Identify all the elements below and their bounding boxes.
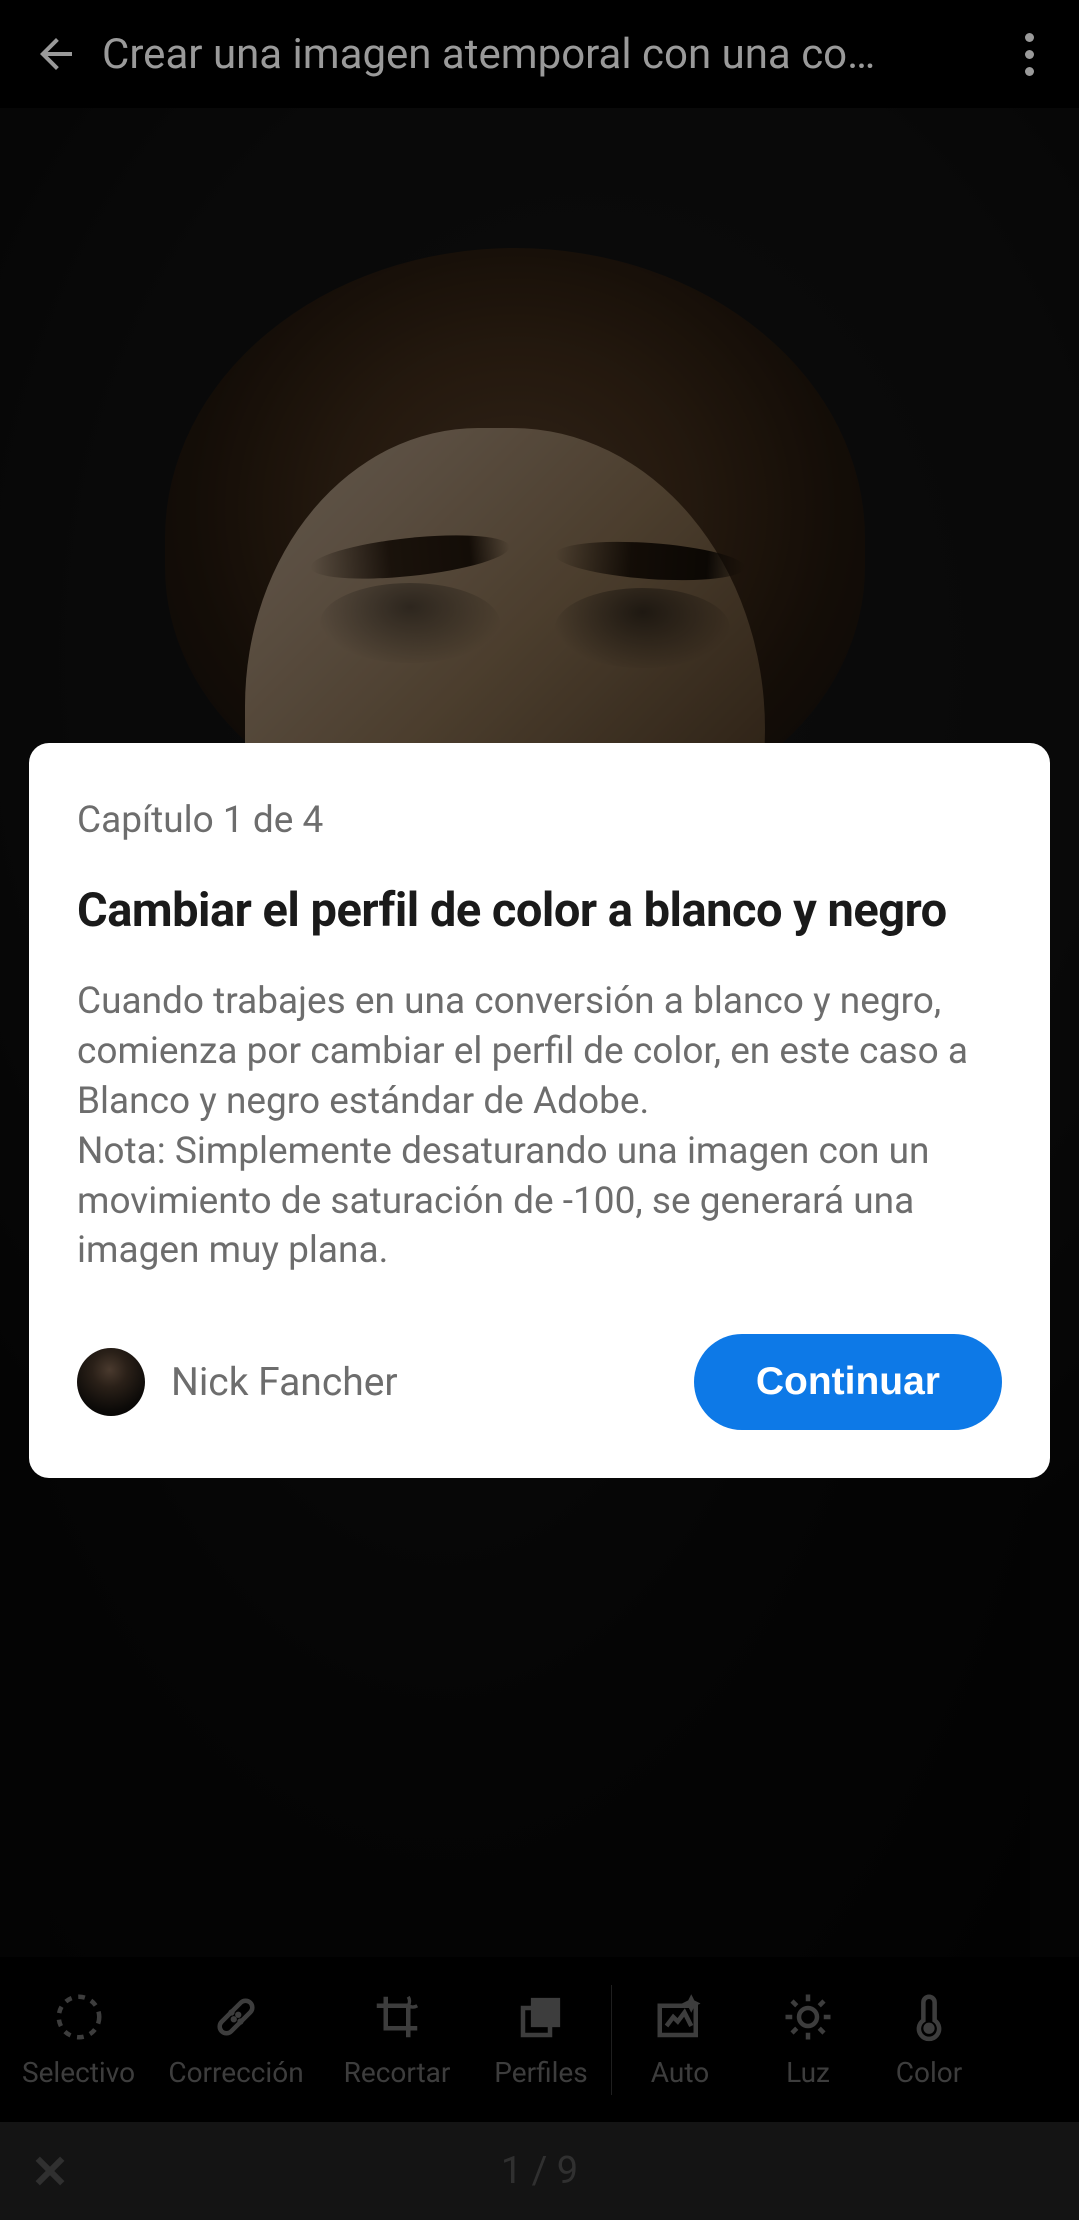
tool-crop[interactable]: Recortar	[321, 1990, 473, 2089]
light-icon	[781, 1990, 835, 2044]
tool-healing[interactable]: Corrección	[151, 1990, 321, 2089]
tool-color[interactable]: Color	[870, 1990, 988, 2089]
continue-button[interactable]: Continuar	[694, 1334, 1002, 1430]
chapter-indicator: Capítulo 1 de 4	[77, 799, 1002, 842]
author-name: Nick Fancher	[171, 1359, 398, 1405]
tutorial-card: Capítulo 1 de 4 Cambiar el perfil de col…	[29, 743, 1050, 1478]
tool-label: Recortar	[344, 2056, 451, 2089]
close-icon	[29, 2150, 71, 2192]
more-vertical-icon	[1025, 33, 1034, 42]
arrow-left-icon	[32, 30, 80, 78]
tutorial-footer: Nick Fancher Continuar	[77, 1334, 1002, 1430]
tutorial-title: Cambiar el perfil de color a blanco y ne…	[77, 882, 1002, 941]
profiles-icon	[514, 1990, 568, 2044]
edit-toolbar: Selectivo Corrección Recortar Perfiles A…	[0, 1957, 1079, 2122]
tutorial-body: Cuando trabajes en una conversión a blan…	[77, 977, 1002, 1277]
tool-auto[interactable]: Auto	[614, 1990, 746, 2089]
tool-light[interactable]: Luz	[746, 1990, 870, 2089]
tool-selective[interactable]: Selectivo	[6, 1990, 151, 2089]
more-options-button[interactable]	[999, 18, 1059, 90]
author-avatar	[77, 1348, 145, 1416]
selective-icon	[52, 1990, 106, 2044]
crop-icon	[370, 1990, 424, 2044]
step-pager: 1 / 9	[100, 2149, 1079, 2193]
toolbar-divider	[611, 1985, 612, 2095]
tutorial-bottombar: 1 / 9	[0, 2122, 1079, 2220]
back-button[interactable]	[20, 18, 92, 90]
close-tutorial-button[interactable]	[0, 2122, 100, 2220]
tool-label: Perfiles	[494, 2056, 587, 2089]
bandage-icon	[209, 1990, 263, 2044]
tool-label: Corrección	[168, 2056, 303, 2089]
app-header: Crear una imagen atemporal con una co…	[0, 0, 1079, 108]
tool-profiles[interactable]: Perfiles	[473, 1990, 609, 2089]
auto-icon	[653, 1990, 707, 2044]
page-title: Crear una imagen atemporal con una co…	[92, 30, 999, 79]
tool-label: Selectivo	[22, 2056, 135, 2089]
thermometer-icon	[902, 1990, 956, 2044]
tool-label: Auto	[651, 2056, 709, 2089]
app-screen: Crear una imagen atemporal con una co… C…	[0, 0, 1079, 2220]
tool-label: Color	[896, 2056, 962, 2089]
tool-label: Luz	[786, 2056, 830, 2089]
